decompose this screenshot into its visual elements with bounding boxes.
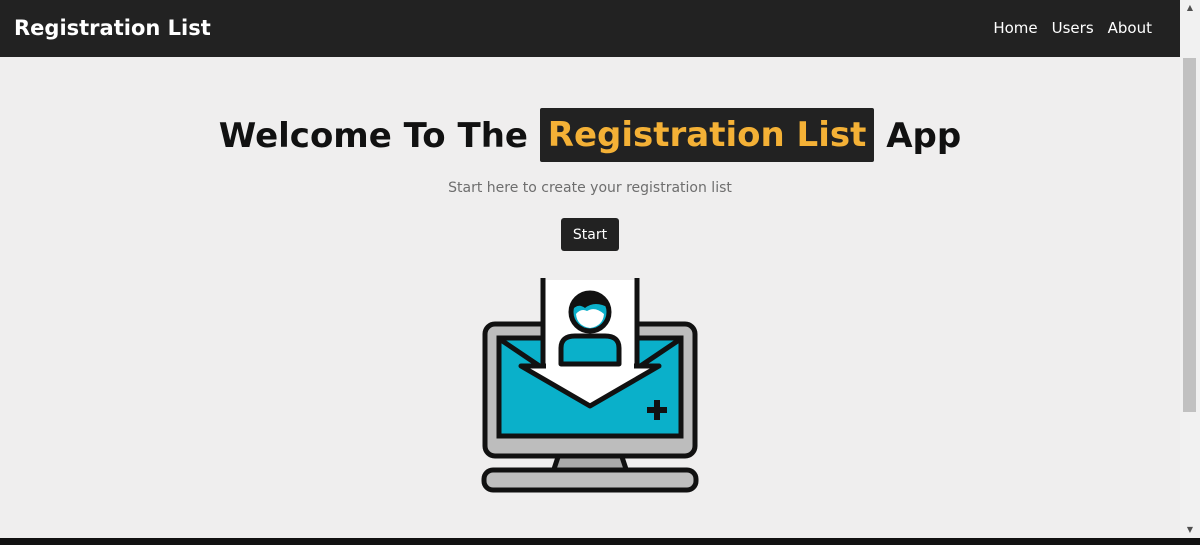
page-viewport: Registration List Home Users About Welco… <box>0 0 1180 538</box>
scroll-down-icon[interactable]: ▼ <box>1180 522 1200 538</box>
scroll-thumb[interactable] <box>1183 58 1196 412</box>
hero-subtitle: Start here to create your registration l… <box>448 180 732 196</box>
hero-title-prefix: Welcome To The <box>218 116 528 156</box>
scrollbar[interactable]: ▲ ▼ <box>1180 0 1200 538</box>
hero-title-suffix: App <box>886 116 962 156</box>
nav-link-about[interactable]: About <box>1108 18 1152 38</box>
scroll-up-icon[interactable]: ▲ <box>1180 0 1200 16</box>
brand-title[interactable]: Registration List <box>14 14 211 42</box>
start-button[interactable]: Start <box>561 218 619 251</box>
navbar: Registration List Home Users About <box>0 0 1180 57</box>
hero-title-highlight: Registration List <box>539 108 875 162</box>
nav-links: Home Users About <box>993 18 1152 38</box>
nav-link-users[interactable]: Users <box>1052 18 1094 38</box>
nav-link-home[interactable]: Home <box>993 18 1037 38</box>
registration-laptop-icon <box>481 278 699 493</box>
hero-title: Welcome To The Registration List App <box>0 108 1180 164</box>
